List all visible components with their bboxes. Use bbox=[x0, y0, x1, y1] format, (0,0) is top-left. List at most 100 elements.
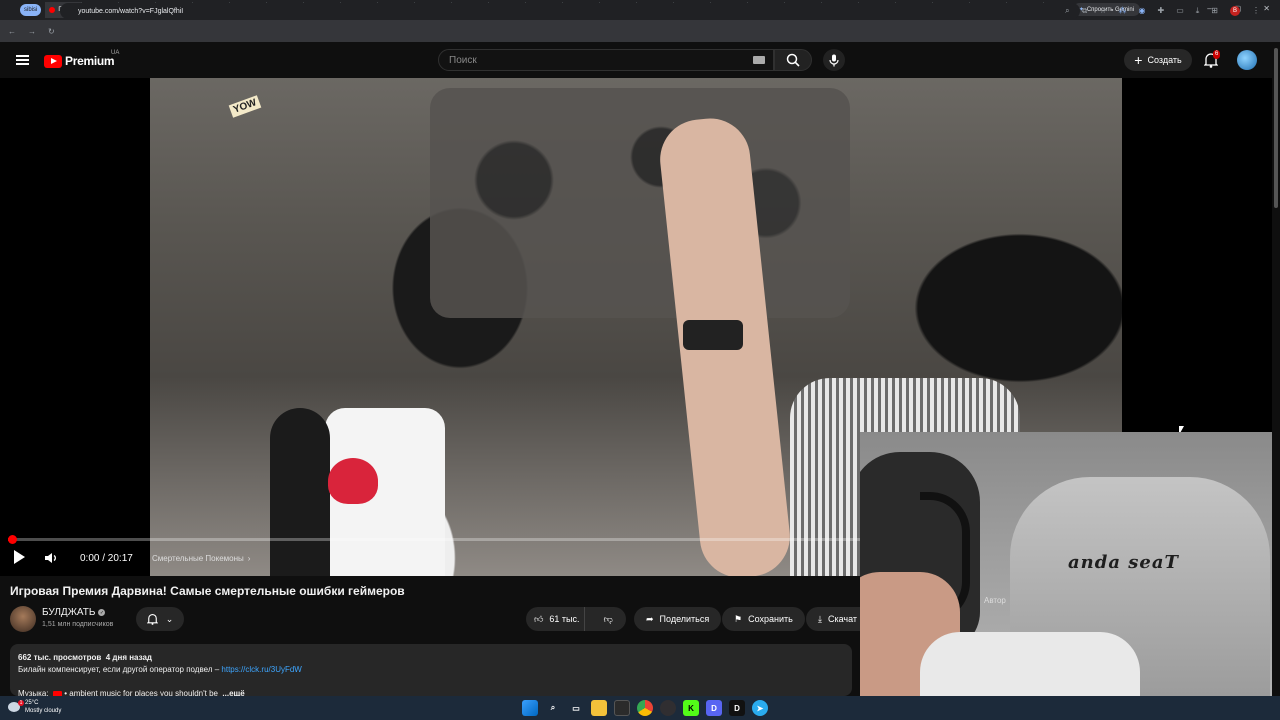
chevron-right-icon: › bbox=[247, 553, 251, 563]
progress-scrubber[interactable] bbox=[7, 535, 17, 544]
share-button[interactable]: ➦ Поделиться bbox=[634, 607, 722, 631]
url-field[interactable]: youtube.com/watch?v=FJglalQfhiI bbox=[60, 3, 1080, 19]
create-button[interactable]: + Создать bbox=[1124, 49, 1192, 71]
sign-text: YOW bbox=[228, 95, 262, 118]
windows-taskbar: 1 25°C Mostly cloudy ⌕ ▭ K D D ➤ bbox=[0, 696, 1280, 720]
download-label: Скачат bbox=[827, 614, 858, 624]
description-link[interactable]: https://clck.ru/3UyFdW bbox=[221, 665, 301, 674]
pokeball-heart-print bbox=[328, 458, 378, 504]
thumbs-up-icon: 👍︎ bbox=[534, 613, 544, 624]
crowd-background bbox=[430, 88, 850, 318]
search-button[interactable] bbox=[774, 49, 812, 71]
file-explorer-icon[interactable] bbox=[591, 700, 607, 716]
taskbar-apps: ⌕ ▭ K D D ➤ bbox=[522, 700, 768, 716]
user-avatar[interactable] bbox=[1237, 50, 1257, 70]
keyboard-icon[interactable] bbox=[753, 56, 765, 64]
region-code: UA bbox=[111, 50, 120, 56]
puzzle-icon[interactable]: ✚ bbox=[1157, 6, 1164, 16]
like-dislike-group: 👍︎ 61 тыс. 👎︎ bbox=[526, 607, 626, 631]
save-button[interactable]: ⚑ Сохранить bbox=[722, 607, 805, 631]
share-label: Поделиться bbox=[659, 614, 710, 624]
telegram-icon[interactable]: ➤ bbox=[752, 700, 768, 716]
video-title: Игровая Премия Дарвина! Самые смертельны… bbox=[10, 584, 405, 598]
download-icon[interactable]: ⤓ bbox=[1196, 6, 1200, 16]
reload-icon[interactable]: ↻ bbox=[48, 27, 55, 36]
streamer-shirt bbox=[920, 632, 1140, 696]
download-arrow-icon: ⤓ bbox=[818, 613, 822, 624]
plus-icon: + bbox=[1134, 52, 1143, 68]
scrollbar-thumb[interactable] bbox=[1274, 48, 1278, 208]
browser-menu-icon[interactable]: ⋮ bbox=[1252, 6, 1260, 16]
youtube-header: Premium UA Поиск + Создать 6 bbox=[0, 42, 1272, 78]
temperature: 25°C bbox=[25, 700, 39, 706]
publish-date: 4 дня назад bbox=[105, 653, 152, 662]
close-window-button[interactable]: ✕ bbox=[1263, 4, 1270, 13]
volume-icon[interactable] bbox=[44, 550, 58, 566]
thumbs-down-icon: 👎︎ bbox=[603, 613, 613, 624]
youtube-logo[interactable]: Premium bbox=[44, 54, 115, 68]
create-label: Создать bbox=[1147, 55, 1182, 65]
subscriber-count: 1,51 млн подписчиков bbox=[42, 621, 114, 628]
tab-group-label[interactable]: sibisi bbox=[20, 4, 42, 16]
discord-icon[interactable]: D bbox=[706, 700, 722, 716]
obs-icon[interactable] bbox=[660, 700, 676, 716]
youtube-favicon-icon bbox=[49, 7, 56, 13]
chair-brand-logo: anda seaT bbox=[1068, 552, 1179, 573]
download-button[interactable]: ⤓ Скачат bbox=[806, 607, 860, 631]
cloud-icon: 1 bbox=[8, 700, 24, 712]
like-count: 61 тыс. bbox=[549, 614, 580, 624]
bookmark-icon: ⚑ bbox=[734, 613, 743, 624]
davinci-icon[interactable]: D bbox=[729, 700, 745, 716]
microphone-icon bbox=[829, 54, 839, 66]
kick-icon[interactable]: K bbox=[683, 700, 699, 716]
hamburger-menu-icon[interactable] bbox=[16, 55, 29, 65]
channel-name-row[interactable]: БУЛДЖАТЬ ✓ bbox=[42, 607, 106, 618]
channel-name[interactable]: БУЛДЖАТЬ bbox=[42, 607, 95, 618]
author-peek-text: Автор bbox=[984, 596, 1006, 605]
forward-icon[interactable]: → bbox=[28, 27, 36, 36]
chevron-down-icon: ⌄ bbox=[165, 613, 174, 624]
view-count: 662 тыс. просмотров bbox=[18, 653, 102, 662]
search-icon bbox=[786, 53, 800, 67]
backpack-strap bbox=[270, 408, 330, 576]
address-toolbar: ← → ↻ bbox=[0, 20, 1280, 42]
install-icon[interactable]: ⧉ bbox=[1082, 6, 1088, 16]
page-scrollbar[interactable] bbox=[1272, 42, 1280, 696]
subscription-bell-button[interactable]: ⌄ bbox=[136, 607, 184, 631]
voice-search-button[interactable] bbox=[823, 49, 845, 71]
weather-badge: 1 bbox=[18, 700, 24, 706]
url-text: youtube.com/watch?v=FJglalQfhiI bbox=[78, 7, 184, 15]
record-icon[interactable]: ◉ bbox=[1139, 6, 1146, 16]
chrome-icon[interactable] bbox=[637, 700, 653, 716]
windows-start-icon[interactable] bbox=[522, 700, 538, 716]
profile-avatar[interactable]: В bbox=[1230, 6, 1240, 16]
smartwatch bbox=[683, 320, 743, 350]
search-taskbar-icon[interactable]: ⌕ bbox=[545, 700, 561, 716]
channel-avatar[interactable] bbox=[10, 606, 36, 632]
extensions-bar: ⌕ ⧉ ☆ ⁂ ◉ ✚ ▭ ⤓ ⊞ В ⋮ bbox=[1065, 6, 1260, 16]
time-display: 0:00 / 20:17 bbox=[80, 552, 133, 564]
webcam-overlay: anda seaT bbox=[860, 432, 1272, 696]
weather-condition: Mostly cloudy bbox=[25, 708, 62, 714]
chapter-button[interactable]: Смертельные Покемоны › bbox=[152, 550, 250, 566]
star-icon[interactable]: ☆ bbox=[1099, 6, 1106, 16]
logo-text: Premium bbox=[65, 54, 115, 68]
video-info: Игровая Премия Дарвина! Самые смертельны… bbox=[0, 576, 860, 698]
description-box[interactable]: 662 тыс. просмотров 4 дня назад Билайн к… bbox=[10, 644, 852, 698]
tabsearch-icon[interactable]: ⊞ bbox=[1211, 6, 1218, 16]
extension-icon[interactable]: ⁂ bbox=[1119, 6, 1127, 16]
like-button[interactable]: 👍︎ 61 тыс. bbox=[526, 607, 585, 631]
task-view-icon[interactable]: ▭ bbox=[568, 700, 584, 716]
verified-check-icon: ✓ bbox=[98, 609, 106, 616]
weather-widget[interactable]: 1 25°C Mostly cloudy bbox=[8, 699, 61, 715]
dislike-button[interactable]: 👎︎ bbox=[591, 607, 627, 631]
back-icon[interactable]: ← bbox=[8, 27, 16, 36]
share-icon: ➦ bbox=[646, 613, 654, 624]
zoom-icon[interactable]: ⌕ bbox=[1065, 6, 1069, 16]
sidepanel-icon[interactable]: ▭ bbox=[1176, 6, 1184, 16]
store-icon[interactable] bbox=[614, 700, 630, 716]
youtube-play-icon bbox=[44, 54, 62, 68]
search-input[interactable]: Поиск bbox=[438, 49, 774, 71]
play-icon[interactable] bbox=[14, 550, 26, 564]
save-label: Сохранить bbox=[748, 614, 793, 624]
